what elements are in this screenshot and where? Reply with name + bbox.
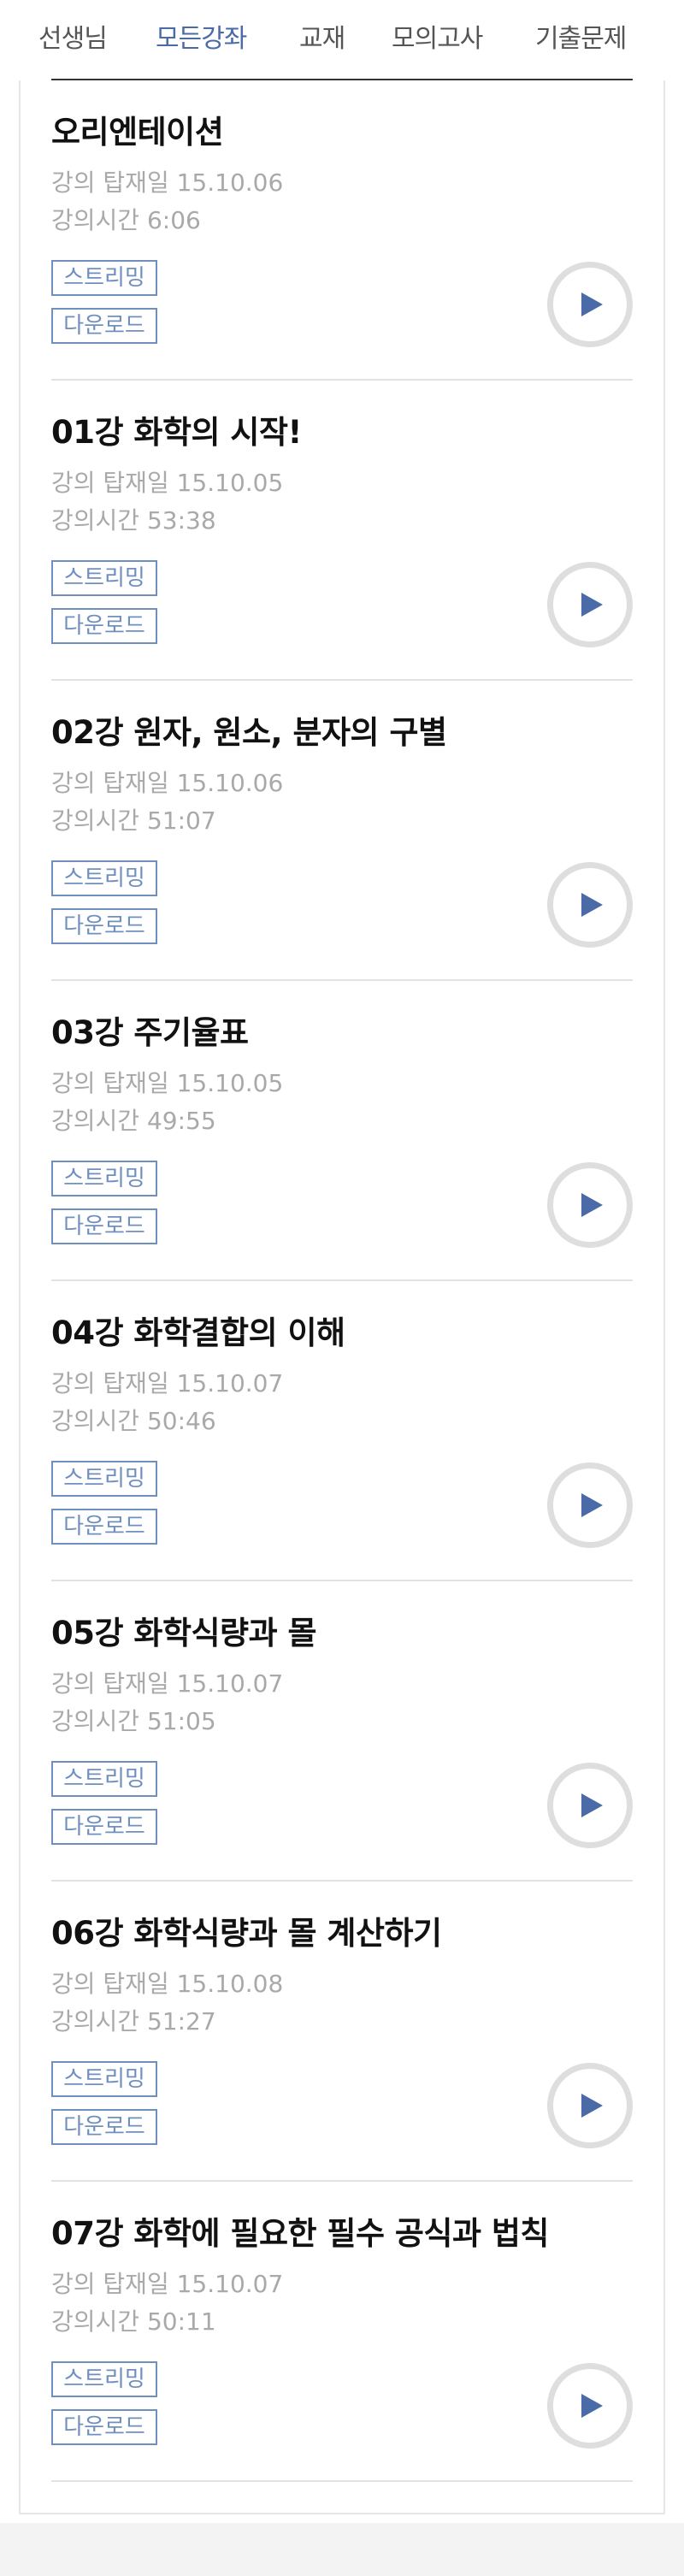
streaming-button[interactable]: 스트리밍: [51, 260, 157, 296]
lecture-upload-date: 강의 탑재일 15.10.08: [51, 1970, 284, 1998]
lecture-duration: 강의시간 51:05: [51, 1707, 216, 1735]
lecture-upload-date: 강의 탑재일 15.10.06: [51, 168, 284, 197]
play-button[interactable]: [547, 1162, 633, 1248]
play-button[interactable]: [547, 1763, 633, 1848]
streaming-button[interactable]: 스트리밍: [51, 2061, 157, 2097]
lecture-title[interactable]: 오리엔테이션: [51, 106, 224, 152]
lecture-duration: 강의시간 50:46: [51, 1407, 216, 1435]
play-button[interactable]: [547, 262, 633, 347]
play-icon: [581, 1793, 603, 1817]
lecture-item: 06강 화학식량과 몰 계산하기 강의 탑재일 15.10.08 강의시간 51…: [51, 1882, 633, 2182]
download-button[interactable]: 다운로드: [51, 2409, 157, 2445]
lecture-duration: 강의시간 49:55: [51, 1107, 216, 1135]
lecture-item: 03강 주기율표 강의 탑재일 15.10.05 강의시간 49:55 스트리밍…: [51, 981, 633, 1281]
download-button[interactable]: 다운로드: [51, 908, 157, 944]
lecture-item: 오리엔테이션 강의 탑재일 15.10.06 강의시간 6:06 스트리밍 다운…: [51, 80, 633, 381]
streaming-button[interactable]: 스트리밍: [51, 1761, 157, 1797]
lecture-item: 01강 화학의 시작! 강의 탑재일 15.10.05 강의시간 53:38 스…: [51, 381, 633, 681]
download-button[interactable]: 다운로드: [51, 608, 157, 644]
play-button[interactable]: [547, 562, 633, 647]
play-button[interactable]: [547, 2063, 633, 2148]
lecture-item: 07강 화학에 필요한 필수 공식과 법칙 강의 탑재일 15.10.07 강의…: [51, 2182, 633, 2482]
lecture-upload-date: 강의 탑재일 15.10.07: [51, 1369, 284, 1397]
lecture-item: 04강 화학결합의 이해 강의 탑재일 15.10.07 강의시간 50:46 …: [51, 1281, 633, 1581]
lecture-title[interactable]: 05강 화학식량과 몰: [51, 1607, 317, 1653]
lecture-item: 05강 화학식량과 몰 강의 탑재일 15.10.07 강의시간 51:05 스…: [51, 1581, 633, 1882]
lecture-duration: 강의시간 50:11: [51, 2307, 216, 2336]
play-icon: [581, 1193, 603, 1217]
download-button[interactable]: 다운로드: [51, 1208, 157, 1244]
lecture-upload-date: 강의 탑재일 15.10.05: [51, 1069, 284, 1097]
download-button[interactable]: 다운로드: [51, 1509, 157, 1545]
lecture-title[interactable]: 04강 화학결합의 이해: [51, 1307, 345, 1353]
lecture-duration: 강의시간 6:06: [51, 206, 201, 234]
streaming-button[interactable]: 스트리밍: [51, 1461, 157, 1497]
lecture-duration: 강의시간 53:38: [51, 506, 216, 535]
lecture-upload-date: 강의 탑재일 15.10.05: [51, 469, 284, 497]
play-icon: [581, 2094, 603, 2118]
lecture-title[interactable]: 03강 주기율표: [51, 1007, 249, 1053]
play-icon: [581, 893, 603, 917]
lecture-upload-date: 강의 탑재일 15.10.07: [51, 1669, 284, 1698]
streaming-button[interactable]: 스트리밍: [51, 2361, 157, 2397]
tab-mock-exams[interactable]: 모의고사: [392, 21, 483, 58]
play-icon: [581, 2394, 603, 2418]
streaming-button[interactable]: 스트리밍: [51, 560, 157, 596]
lecture-upload-date: 강의 탑재일 15.10.07: [51, 2270, 284, 2298]
lecture-upload-date: 강의 탑재일 15.10.06: [51, 769, 284, 797]
play-button[interactable]: [547, 2363, 633, 2449]
lecture-title[interactable]: 06강 화학식량과 몰 계산하기: [51, 1907, 442, 1953]
streaming-button[interactable]: 스트리밍: [51, 1161, 157, 1196]
lecture-list: 오리엔테이션 강의 탑재일 15.10.06 강의시간 6:06 스트리밍 다운…: [51, 80, 633, 2482]
play-icon: [581, 593, 603, 617]
download-button[interactable]: 다운로드: [51, 2109, 157, 2145]
lecture-duration: 강의시간 51:27: [51, 2007, 216, 2035]
footer-bar: [0, 2523, 684, 2576]
tab-textbooks[interactable]: 교재: [299, 21, 345, 58]
tab-teachers[interactable]: 선생님: [38, 21, 108, 58]
streaming-button[interactable]: 스트리밍: [51, 860, 157, 896]
lecture-item: 02강 원자, 원소, 분자의 구별 강의 탑재일 15.10.06 강의시간 …: [51, 681, 633, 981]
top-nav: 선생님 모든강좌 교재 모의고사 기출문제: [0, 0, 684, 80]
download-button[interactable]: 다운로드: [51, 1809, 157, 1845]
play-button[interactable]: [547, 1462, 633, 1548]
tab-past-exams[interactable]: 기출문제: [535, 21, 627, 58]
play-button[interactable]: [547, 862, 633, 948]
lecture-duration: 강의시간 51:07: [51, 806, 216, 835]
tab-all-courses[interactable]: 모든강좌: [156, 21, 247, 58]
download-button[interactable]: 다운로드: [51, 308, 157, 344]
lecture-title[interactable]: 01강 화학의 시작!: [51, 406, 302, 452]
lecture-title[interactable]: 02강 원자, 원소, 분자의 구별: [51, 706, 447, 753]
play-icon: [581, 292, 603, 316]
lecture-title[interactable]: 07강 화학에 필요한 필수 공식과 법칙: [51, 2207, 549, 2254]
play-icon: [581, 1493, 603, 1517]
